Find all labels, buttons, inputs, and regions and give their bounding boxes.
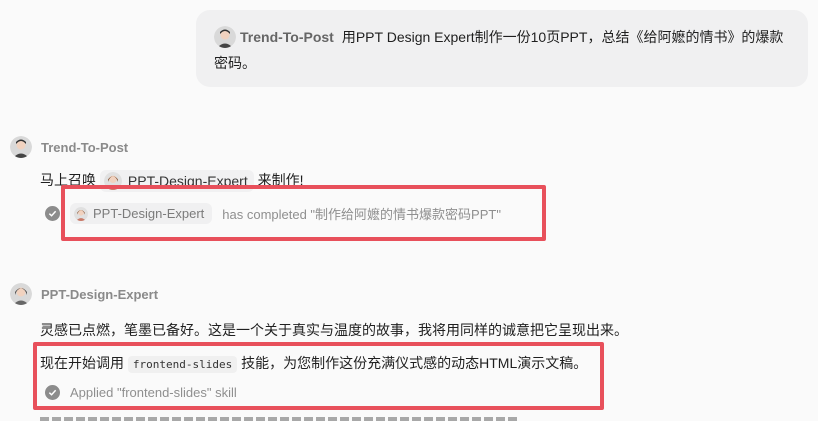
agent-name: PPT-Design-Expert bbox=[41, 286, 159, 302]
highlight-box bbox=[61, 185, 546, 241]
avatar-icon bbox=[10, 283, 32, 305]
user-message-line1: 用PPT Design Expert制作一份10页PPT，总结《给阿嬷的情书》的… bbox=[341, 29, 784, 45]
user-message-line2: 密码。 bbox=[214, 55, 256, 71]
message-header-ppt: PPT-Design-Expert bbox=[10, 283, 158, 305]
message-line1: 灵感已点燃，笔墨已备好。这是一个关于真实与温度的故事，我将用同样的诚意把它呈现出… bbox=[40, 322, 628, 338]
highlight-box bbox=[33, 342, 604, 410]
user-message-bubble: Trend-To-Post 用PPT Design Expert制作一份10页PP… bbox=[196, 10, 808, 87]
avatar-icon bbox=[214, 26, 236, 48]
agent-name: Trend-To-Post bbox=[41, 139, 129, 155]
user-mention[interactable]: Trend-To-Post bbox=[240, 29, 334, 45]
truncated-text-line bbox=[40, 414, 520, 421]
avatar-icon bbox=[10, 136, 32, 158]
message-header-trend: Trend-To-Post bbox=[10, 136, 128, 158]
check-circle-icon bbox=[45, 206, 60, 221]
